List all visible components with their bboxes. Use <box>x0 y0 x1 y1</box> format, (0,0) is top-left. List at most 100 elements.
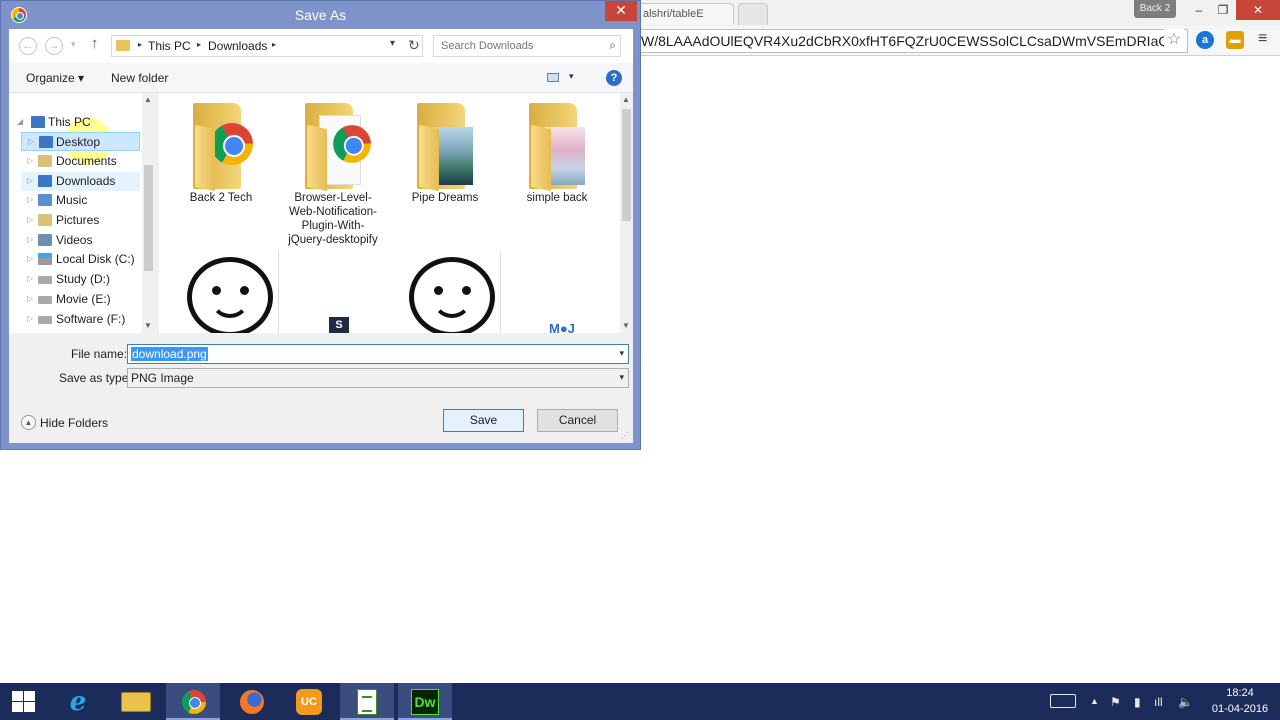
chevron-down-icon[interactable]: ▾ <box>619 348 624 359</box>
tree-item-documents[interactable]: ▷ Documents <box>21 152 140 171</box>
tree-item-label: Movie (E:) <box>56 292 111 306</box>
scroll-down-icon[interactable]: ▼ <box>144 321 152 330</box>
breadcrumb-separator-icon[interactable]: ▸ <box>197 40 201 49</box>
clock-date[interactable]: 01-04-2016 <box>1200 703 1280 715</box>
folder-item-pipe-dreams[interactable]: Pipe Dreams <box>395 95 495 235</box>
taskbar: e UC Dw ▲ ⚑ ▮ ıll 🔈 18:24 01-04-2016 <box>0 683 1280 720</box>
cancel-button[interactable]: Cancel <box>537 409 618 432</box>
maximize-button[interactable]: ❐ <box>1210 0 1236 20</box>
chevron-down-icon[interactable]: ▾ <box>619 372 624 383</box>
expand-arrow-icon[interactable]: ▷ <box>27 310 33 328</box>
taskbar-uc-browser[interactable]: UC <box>282 683 336 720</box>
hide-folders-button[interactable]: ▲ Hide Folders <box>21 415 111 431</box>
new-folder-button[interactable]: New folder <box>111 71 168 85</box>
help-icon[interactable]: ? <box>606 70 622 86</box>
file-list-scrollbar[interactable]: ▲ ▼ <box>620 93 633 333</box>
expand-arrow-icon[interactable]: ▷ <box>27 290 33 308</box>
expand-arrow-icon[interactable]: ▷ <box>27 172 33 190</box>
tree-item-local-disk-c[interactable]: ▷ Local Disk (C:) <box>21 250 140 269</box>
back-button[interactable]: ← <box>19 37 37 55</box>
file-name-input[interactable]: download.png ▾ <box>127 344 629 364</box>
navigation-scrollbar[interactable]: ▲ ▼ <box>142 93 155 333</box>
expand-arrow-icon[interactable]: ◢ <box>17 113 23 131</box>
extension-icon[interactable]: a <box>1196 31 1214 49</box>
expand-arrow-icon[interactable]: ▷ <box>27 270 33 288</box>
image-item-s[interactable]: S <box>289 311 389 333</box>
up-button[interactable]: ↑ <box>91 35 99 52</box>
item-label: simple back <box>526 192 588 204</box>
recent-locations-dropdown[interactable]: ▾ <box>71 39 76 50</box>
keyboard-icon[interactable] <box>1050 694 1076 708</box>
breadcrumb-downloads[interactable]: Downloads <box>208 39 267 53</box>
tree-item-downloads[interactable]: ▷ Downloads <box>21 172 140 191</box>
organize-button[interactable]: Organize ▾ <box>26 71 84 85</box>
tree-item-movie-e[interactable]: ▷ Movie (E:) <box>21 290 140 309</box>
search-icon[interactable]: ⌕ <box>609 38 616 53</box>
breadcrumb[interactable]: ▸ This PC ▸ Downloads ▸ ▾ ↻ <box>111 35 423 57</box>
battery-icon[interactable]: ▮ <box>1134 695 1141 709</box>
tree-item-pictures[interactable]: ▷ Pictures <box>21 211 140 230</box>
file-name-value[interactable]: download.png <box>131 347 208 361</box>
flag-icon[interactable]: ⚑ <box>1110 695 1121 709</box>
tree-item-this-pc[interactable]: ◢ This PC <box>17 113 137 132</box>
scroll-down-icon[interactable]: ▼ <box>622 321 630 330</box>
image-item-mj[interactable]: M●J <box>519 319 619 333</box>
tree-item-videos[interactable]: ▷ Videos <box>21 231 140 250</box>
volume-icon[interactable]: 🔈 <box>1178 695 1193 709</box>
folder-item-back-2-tech[interactable]: Back 2 Tech <box>171 95 271 235</box>
resize-grip-icon[interactable]: ⋰ <box>621 431 629 440</box>
tree-item-study-d[interactable]: ▷ Study (D:) <box>21 270 140 289</box>
refresh-icon[interactable]: ↻ <box>408 37 422 54</box>
taskbar-dreamweaver[interactable]: Dw <box>398 683 452 720</box>
taskbar-notepad[interactable] <box>340 683 394 720</box>
folder-item-simple-back[interactable]: simple back <box>507 95 607 235</box>
chevron-down-icon[interactable]: ▾ <box>390 38 395 49</box>
profile-badge[interactable]: Back 2 <box>1134 0 1176 18</box>
browser-tab[interactable]: alshri/tableE <box>638 3 734 25</box>
folder-item-browser-level-web-notification[interactable]: Browser-Level-Web-Notification-Plugin-Wi… <box>283 95 383 246</box>
forward-button[interactable]: → <box>45 37 63 55</box>
expand-arrow-icon[interactable]: ▷ <box>27 191 33 209</box>
change-view-button[interactable]: ▾ <box>547 70 577 86</box>
show-hidden-icons-icon[interactable]: ▲ <box>1090 696 1099 706</box>
address-bar[interactable]: W/8LAAAdOUlEQVR4Xu2dCbRX0xfHT6FQZrU0CEWS… <box>634 29 1188 53</box>
scrollbar-thumb[interactable] <box>622 109 631 221</box>
dialog-titlebar[interactable]: Save As ✕ <box>1 1 640 29</box>
save-as-type-select[interactable]: PNG Image ▾ <box>127 368 629 388</box>
tree-item-software-f[interactable]: ▷ Software (F:) <box>21 310 140 329</box>
hide-folders-label: Hide Folders <box>40 416 109 430</box>
breadcrumb-separator-icon[interactable]: ▸ <box>138 40 142 49</box>
chevron-down-icon[interactable]: ▾ <box>569 71 574 82</box>
scroll-up-icon[interactable]: ▲ <box>144 95 152 104</box>
search-box[interactable]: ⌕ <box>433 35 621 57</box>
scroll-up-icon[interactable]: ▲ <box>622 95 630 104</box>
breadcrumb-separator-icon[interactable]: ▸ <box>272 40 276 49</box>
expand-arrow-icon[interactable]: ▷ <box>28 133 34 151</box>
image-item-smiley[interactable] <box>179 251 279 333</box>
expand-arrow-icon[interactable]: ▷ <box>27 250 33 268</box>
bookmark-star-icon[interactable]: ☆ <box>1164 29 1184 49</box>
taskbar-chrome[interactable] <box>166 683 220 720</box>
taskbar-ie[interactable]: e <box>50 683 104 720</box>
expand-arrow-icon[interactable]: ▷ <box>27 211 33 229</box>
save-button[interactable]: Save <box>443 409 524 432</box>
start-button[interactable] <box>0 683 54 720</box>
expand-arrow-icon[interactable]: ▷ <box>27 231 33 249</box>
network-icon[interactable]: ıll <box>1154 695 1163 709</box>
breadcrumb-this-pc[interactable]: This PC <box>148 39 191 53</box>
dialog-close-button[interactable]: ✕ <box>605 1 637 21</box>
search-input[interactable] <box>441 40 601 52</box>
extension-icon[interactable]: ▬ <box>1226 31 1244 49</box>
menu-icon[interactable]: ≡ <box>1258 30 1274 48</box>
taskbar-firefox[interactable] <box>224 683 278 720</box>
expand-arrow-icon[interactable]: ▷ <box>27 152 33 170</box>
clock-time[interactable]: 18:24 <box>1210 687 1270 699</box>
minimize-button[interactable]: – <box>1186 0 1212 20</box>
scrollbar-thumb[interactable] <box>144 165 153 271</box>
taskbar-file-explorer[interactable] <box>108 683 162 720</box>
browser-close-button[interactable]: ✕ <box>1236 0 1280 20</box>
tree-item-desktop[interactable]: ▷ Desktop <box>21 132 140 151</box>
image-item-smiley[interactable] <box>401 251 501 333</box>
tree-item-music[interactable]: ▷ Music <box>21 191 140 210</box>
new-tab-button[interactable] <box>738 3 768 25</box>
